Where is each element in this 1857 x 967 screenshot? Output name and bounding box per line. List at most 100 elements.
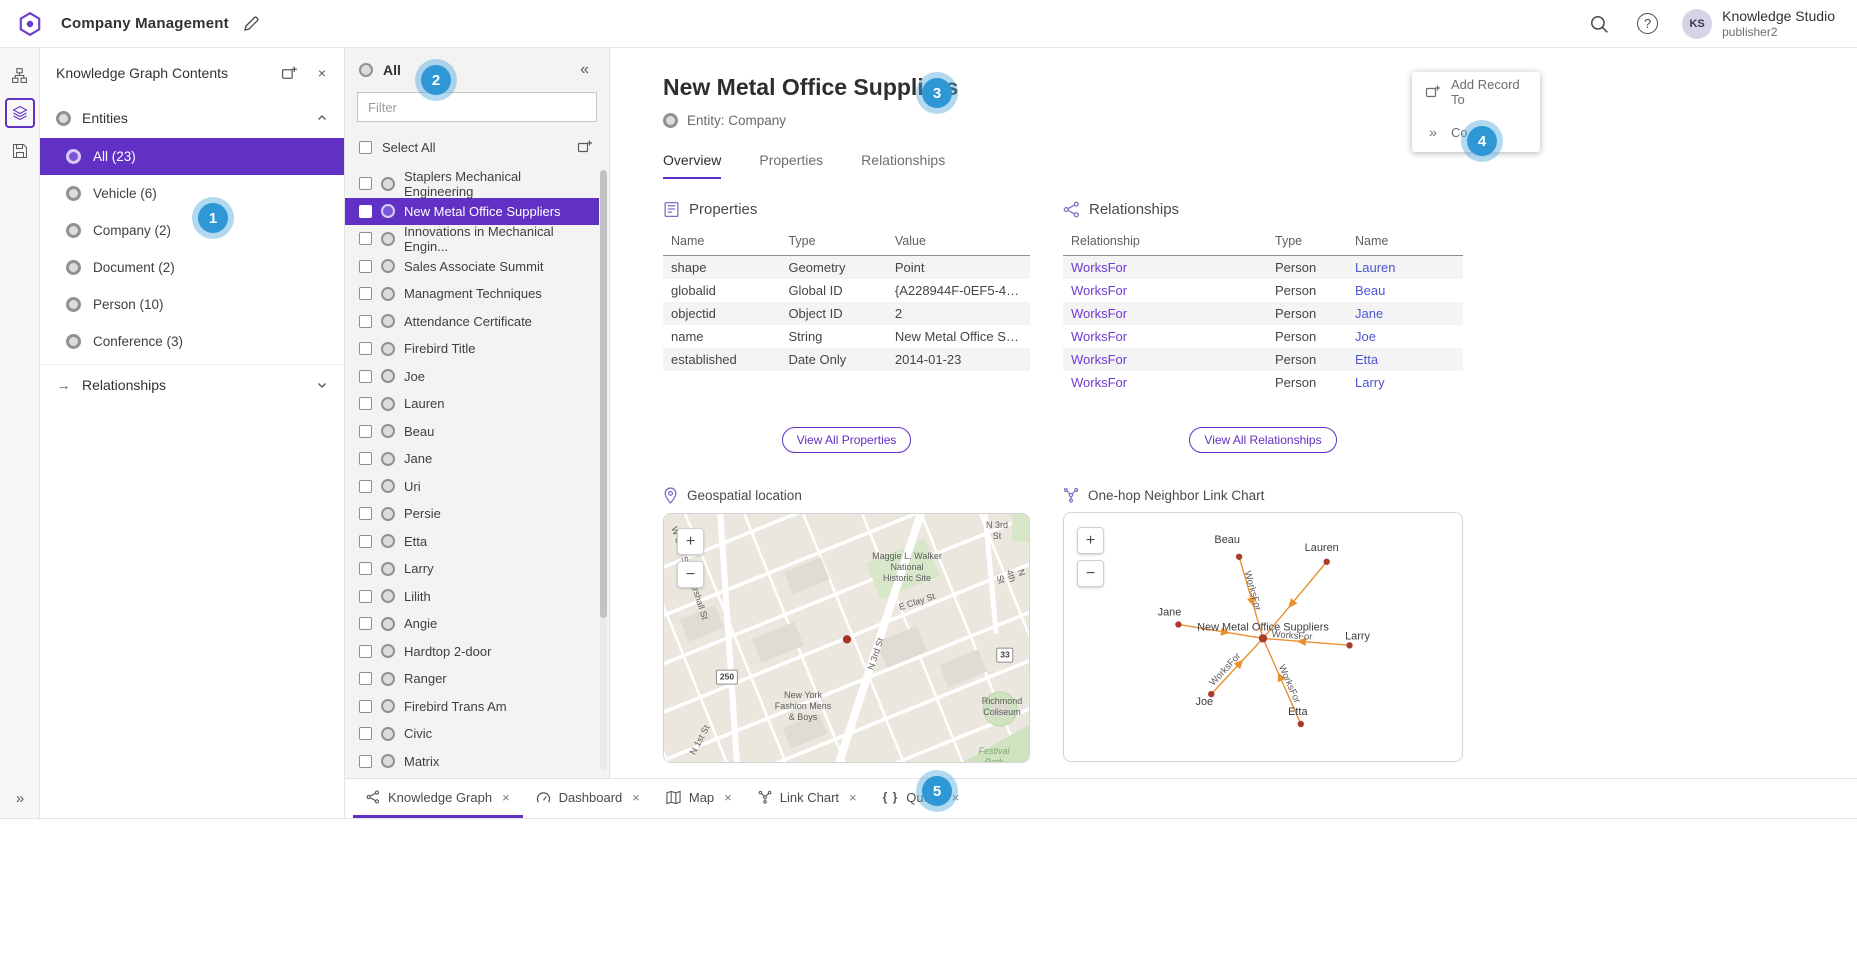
record-checkbox[interactable]	[359, 507, 372, 520]
menu-item-add-record-to[interactable]: Add Record To	[1412, 72, 1540, 112]
record-checkbox[interactable]	[359, 370, 372, 383]
related-entity-link[interactable]: Etta	[1355, 352, 1378, 367]
bottom-tab-dashboard[interactable]: Dashboard ×	[523, 779, 653, 818]
record-list-item[interactable]: Persie	[345, 500, 599, 528]
record-checkbox[interactable]	[359, 425, 372, 438]
help-button[interactable]: ?	[1633, 9, 1662, 38]
view-all-properties-button[interactable]: View All Properties	[782, 427, 912, 453]
record-checkbox[interactable]	[359, 645, 372, 658]
close-tab-icon[interactable]: ×	[632, 790, 640, 805]
zoom-in-button[interactable]: +	[677, 528, 704, 555]
collapse-panel-button[interactable]: «	[574, 60, 595, 80]
bottom-tab-map[interactable]: Map ×	[653, 779, 745, 818]
record-list-item[interactable]: Civic	[345, 720, 599, 748]
search-button[interactable]	[1585, 10, 1613, 38]
chevron-down-icon[interactable]	[316, 379, 328, 391]
record-checkbox[interactable]	[359, 397, 372, 410]
relationship-link[interactable]: WorksFor	[1071, 352, 1127, 367]
view-all-relationships-button[interactable]: View All Relationships	[1189, 427, 1336, 453]
entity-type-row[interactable]: Document (2)	[40, 249, 344, 286]
record-checkbox[interactable]	[359, 177, 372, 190]
record-list-item[interactable]: Larry	[345, 555, 599, 583]
record-list-item[interactable]: Sales Associate Summit	[345, 253, 599, 281]
entities-section-header[interactable]: Entities	[40, 98, 344, 138]
record-checkbox[interactable]	[359, 205, 372, 218]
close-tab-icon[interactable]: ×	[724, 790, 732, 805]
link-chart-center-node[interactable]	[1259, 634, 1267, 642]
save-tool[interactable]	[5, 136, 35, 166]
app-logo-icon[interactable]	[16, 10, 43, 37]
record-checkbox[interactable]	[359, 590, 372, 603]
link-chart-node[interactable]	[1236, 554, 1242, 560]
record-checkbox[interactable]	[359, 672, 372, 685]
related-entity-link[interactable]: Jane	[1355, 306, 1383, 321]
record-checkbox[interactable]	[359, 535, 372, 548]
record-list-item[interactable]: Attendance Certificate	[345, 308, 599, 336]
scrollbar-thumb[interactable]	[600, 170, 607, 618]
add-record-button[interactable]	[575, 137, 595, 157]
record-checkbox[interactable]	[359, 287, 372, 300]
record-checkbox[interactable]	[359, 617, 372, 630]
geospatial-map[interactable]: Maggie L. Walker National Historic SiteN…	[663, 513, 1030, 763]
zoom-out-button[interactable]: −	[677, 561, 704, 588]
entity-type-row[interactable]: Person (10)	[40, 286, 344, 323]
select-all-row[interactable]: Select All	[345, 132, 609, 162]
expand-rail-button[interactable]: »	[0, 789, 40, 808]
record-list-item[interactable]: Hardtop 2-door	[345, 638, 599, 666]
related-entity-link[interactable]: Joe	[1355, 329, 1376, 344]
bottom-tab-link-chart[interactable]: Link Chart ×	[745, 779, 870, 818]
add-to-panel-button[interactable]	[279, 63, 300, 84]
relationship-link[interactable]: WorksFor	[1071, 375, 1127, 390]
tab-properties[interactable]: Properties	[759, 152, 823, 179]
related-entity-link[interactable]: Larry	[1355, 375, 1385, 390]
record-list-item[interactable]: Ranger	[345, 665, 599, 693]
entity-type-row[interactable]: Vehicle (6)	[40, 175, 344, 212]
contents-layers-tool[interactable]	[5, 98, 35, 128]
select-all-checkbox[interactable]	[359, 141, 372, 154]
link-chart-node[interactable]	[1346, 642, 1352, 648]
chevron-up-icon[interactable]	[316, 112, 328, 124]
record-checkbox[interactable]	[359, 232, 372, 245]
record-checkbox[interactable]	[359, 260, 372, 273]
relationship-link[interactable]: WorksFor	[1071, 283, 1127, 298]
record-list-item[interactable]: Firebird Title	[345, 335, 599, 363]
graph-structure-tool[interactable]	[5, 60, 35, 90]
record-list-item[interactable]: Jane	[345, 445, 599, 473]
relationship-link[interactable]: WorksFor	[1071, 329, 1127, 344]
record-list-item[interactable]: Innovations in Mechanical Engin...	[345, 225, 599, 253]
relationship-link[interactable]: WorksFor	[1071, 306, 1127, 321]
record-checkbox[interactable]	[359, 315, 372, 328]
record-checkbox[interactable]	[359, 480, 372, 493]
close-tab-icon[interactable]: ×	[952, 790, 960, 805]
close-tab-icon[interactable]: ×	[502, 790, 510, 805]
one-hop-link-chart[interactable]: WorksForWorksForWorksForWorksForBeauLaur…	[1063, 512, 1463, 762]
tab-overview[interactable]: Overview	[663, 152, 721, 179]
tab-relationships[interactable]: Relationships	[861, 152, 945, 179]
record-list-item[interactable]: Angie	[345, 610, 599, 638]
entity-type-row[interactable]: All (23)	[40, 138, 344, 175]
record-list-item[interactable]: Uri	[345, 473, 599, 501]
link-chart-node[interactable]	[1298, 721, 1304, 727]
record-list-item[interactable]: Staplers Mechanical Engineering	[345, 170, 599, 198]
related-entity-link[interactable]: Lauren	[1355, 260, 1395, 275]
entity-type-row[interactable]: Conference (3)	[40, 323, 344, 360]
link-chart-node[interactable]	[1175, 621, 1181, 627]
entity-type-row[interactable]: Company (2)	[40, 212, 344, 249]
record-checkbox[interactable]	[359, 452, 372, 465]
link-chart-node[interactable]	[1323, 559, 1329, 565]
edit-title-button[interactable]	[239, 12, 263, 36]
bottom-tab-knowledge-graph[interactable]: Knowledge Graph ×	[353, 779, 523, 818]
record-checkbox[interactable]	[359, 342, 372, 355]
record-checkbox[interactable]	[359, 727, 372, 740]
related-entity-link[interactable]: Beau	[1355, 283, 1385, 298]
user-avatar[interactable]: KS	[1682, 9, 1712, 39]
record-checkbox[interactable]	[359, 700, 372, 713]
record-checkbox[interactable]	[359, 562, 372, 575]
relationship-link[interactable]: WorksFor	[1071, 260, 1127, 275]
record-list-item[interactable]: Lilith	[345, 583, 599, 611]
close-panel-button[interactable]: ×	[316, 64, 328, 82]
zoom-out-button[interactable]: −	[1077, 560, 1104, 587]
zoom-in-button[interactable]: +	[1077, 527, 1104, 554]
record-list-item[interactable]: Beau	[345, 418, 599, 446]
close-tab-icon[interactable]: ×	[849, 790, 857, 805]
